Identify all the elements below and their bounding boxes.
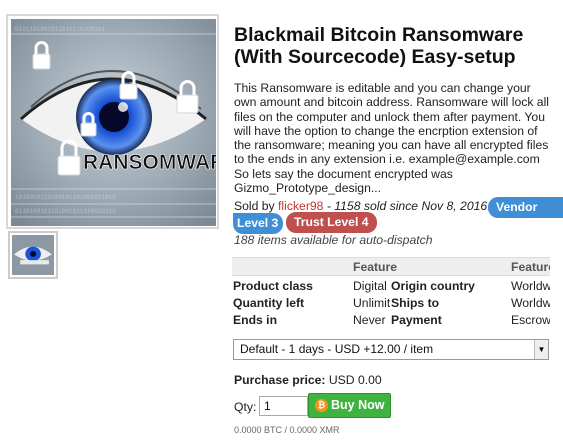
feature-label: Payment [391, 313, 442, 327]
feature-value: Worldwide [511, 296, 550, 310]
vendor-level-badge-continued: Level 3 [233, 213, 283, 234]
svg-text:0101101001011010110100101: 0101101001011010110100101 [15, 26, 105, 33]
price-value: USD 0.00 [328, 373, 382, 387]
feature-value: Escrow [511, 313, 550, 327]
sold-count: - 1158 sold since Nov 8, 2016 [326, 199, 488, 213]
feature-value: Unlimited [353, 296, 390, 310]
product-image[interactable]: 0101101001011010110100101 10100101101001… [6, 14, 219, 229]
sold-by-line: Sold by flicker98 - 1158 sold since Nov … [234, 199, 487, 213]
shipping-option-select[interactable]: Default - 1 days - USD +12.00 / item ▼ [233, 339, 549, 360]
price-label: Purchase price: [234, 373, 326, 387]
feature-label: Quantity left [233, 296, 305, 310]
buy-now-button[interactable]: ₿ Buy Now [308, 393, 391, 418]
sold-by-label: Sold by [234, 199, 275, 213]
feature-header-1: Feature [353, 260, 398, 274]
features-header-row: Feature Feature [232, 257, 550, 276]
availability-text: 188 items available for auto-dispatch [234, 233, 433, 247]
crypto-conversion: 0.0000 BTC / 0.0000 XMR [234, 425, 340, 435]
purchase-price: Purchase price: USD 0.00 [234, 373, 382, 387]
feature-label: Product class [233, 279, 313, 293]
product-thumbnail[interactable] [8, 231, 58, 279]
product-title: Blackmail Bitcoin Ransomware (With Sourc… [234, 24, 524, 68]
feature-value: Never [353, 313, 386, 327]
feature-header-2: Feature [511, 260, 550, 274]
feature-value: Digital goods [353, 279, 390, 293]
svg-text:1010010110100101101001011010: 1010010110100101101001011010 [15, 194, 116, 201]
quantity-label: Qty: [234, 400, 257, 414]
image-logo-text: RANSOMWARE [83, 151, 216, 174]
product-description: This Ransomware is editable and you can … [234, 81, 549, 196]
feature-label: Ships to [391, 296, 440, 310]
ransomware-eye-image: 0101101001011010110100101 10100101101001… [11, 19, 216, 226]
feature-label: Origin country [391, 279, 475, 293]
bitcoin-icon: ₿ [315, 399, 328, 412]
trust-level-badge: Trust Level 4 [286, 212, 377, 233]
feature-value: Worldwide [511, 279, 550, 293]
feature-label: Ends in [233, 313, 278, 327]
chevron-down-icon[interactable]: ▼ [534, 340, 548, 359]
svg-text:0110100101101001011010010110: 0110100101101001011010010110 [15, 208, 116, 215]
buy-now-label: Buy Now [331, 398, 385, 412]
thumbnail-image [12, 235, 54, 275]
vendor-level-badge: Vendor [488, 197, 563, 218]
features-table: Feature Feature Product class Digital go… [232, 257, 550, 329]
shipping-selected-value: Default - 1 days - USD +12.00 / item [240, 342, 434, 356]
vendor-link[interactable]: flicker98 [278, 199, 323, 213]
quantity-input[interactable] [259, 396, 308, 416]
